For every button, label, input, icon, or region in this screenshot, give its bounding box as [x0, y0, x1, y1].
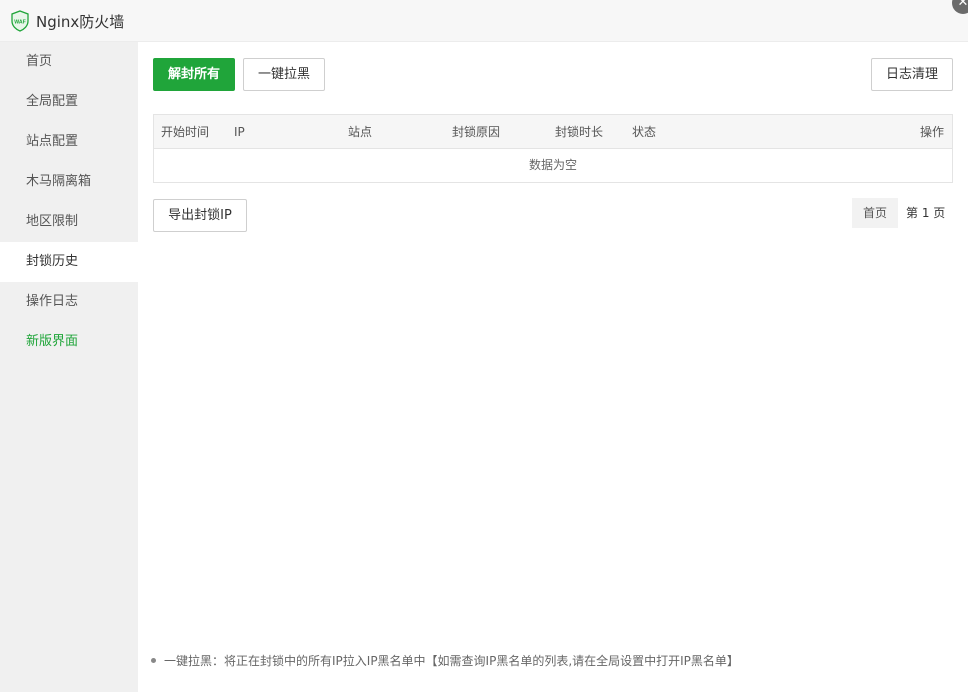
pagination-first-page[interactable]: 首页 [852, 198, 898, 228]
unblock-all-button[interactable]: 解封所有 [153, 58, 235, 91]
blacklist-all-button[interactable]: 一键拉黑 [243, 58, 325, 91]
column-header-block-duration: 封锁时长 [555, 125, 604, 139]
sidebar-item-operation-log[interactable]: 操作日志 [0, 282, 138, 322]
bullet-icon [151, 658, 156, 663]
help-note-text: 一键拉黑：将正在封锁中的所有IP拉入IP黑名单中【如需查询IP黑名单的列表,请在… [164, 654, 739, 668]
column-header-site: 站点 [348, 125, 373, 139]
table-empty-message: 数据为空 [528, 158, 577, 172]
waf-shield-icon: WAF [11, 10, 29, 32]
sidebar: 首页 全局配置 站点配置 木马隔离箱 地区限制 封锁历史 操作日志 新版界面 [0, 42, 138, 692]
table-header: 开始时间 IP 站点 封锁原因 封锁时长 状态 操作 [154, 115, 952, 149]
sidebar-item-block-history[interactable]: 封锁历史 [0, 242, 138, 282]
svg-text:WAF: WAF [14, 20, 26, 26]
column-header-block-reason: 封锁原因 [452, 125, 501, 139]
column-header-start-time: 开始时间 [161, 125, 210, 139]
column-header-status: 状态 [632, 125, 657, 139]
pagination-page-info: 第 1 页 [906, 206, 946, 220]
sidebar-item-region-limit[interactable]: 地区限制 [0, 202, 138, 242]
title-bar: WAF Nginx防火墙 [0, 0, 968, 42]
column-header-ip: IP [234, 125, 245, 139]
main-panel: 解封所有 一键拉黑 日志清理 开始时间 IP 站点 封锁原因 封锁时长 状态 操… [138, 42, 968, 692]
clear-log-button[interactable]: 日志清理 [871, 58, 953, 91]
help-notes: 一键拉黑：将正在封锁中的所有IP拉入IP黑名单中【如需查询IP黑名单的列表,请在… [151, 652, 739, 669]
column-header-actions: 操作 [919, 125, 944, 139]
export-blocked-ip-button[interactable]: 导出封锁IP [153, 199, 247, 232]
sidebar-item-trojan-quarantine[interactable]: 木马隔离箱 [0, 162, 138, 202]
block-history-table: 开始时间 IP 站点 封锁原因 封锁时长 状态 操作 数据为空 [153, 114, 953, 183]
help-note-item: 一键拉黑：将正在封锁中的所有IP拉入IP黑名单中【如需查询IP黑名单的列表,请在… [151, 652, 739, 669]
sidebar-item-new-ui[interactable]: 新版界面 [0, 322, 138, 362]
sidebar-item-site-config[interactable]: 站点配置 [0, 122, 138, 162]
window-title: Nginx防火墙 [36, 13, 125, 31]
sidebar-item-global-config[interactable]: 全局配置 [0, 82, 138, 122]
sidebar-item-home[interactable]: 首页 [0, 42, 138, 82]
